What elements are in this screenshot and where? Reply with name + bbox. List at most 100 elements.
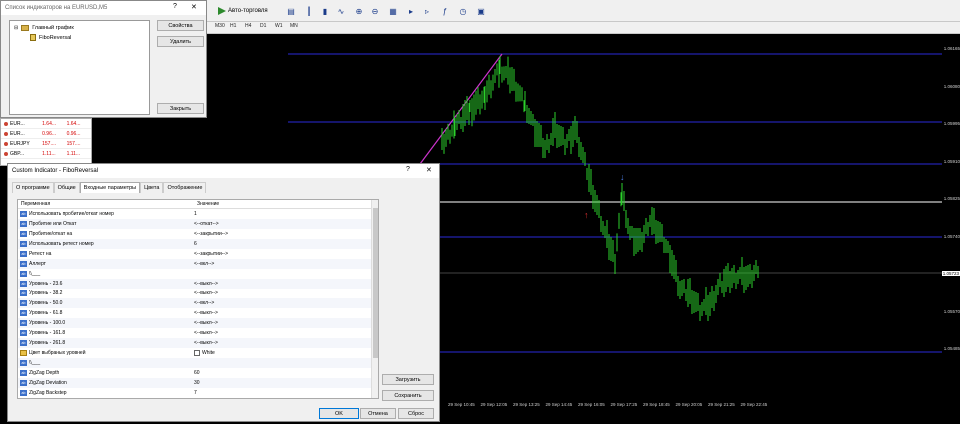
autotrade-button[interactable]: Авто-торговля — [218, 4, 276, 18]
param-value-cell[interactable]: <--откат--> — [194, 221, 378, 227]
tab-4[interactable]: Отображение — [163, 182, 207, 193]
line-chart-icon[interactable]: ∿ — [334, 4, 348, 18]
market-watch-row[interactable]: EUR... 0.96... 0.96... — [1, 129, 91, 139]
param-value: <--откат--> — [194, 220, 219, 227]
param-row[interactable]: ab Уровень - 100.0 <--выкл--> — [18, 318, 378, 329]
symbol-cell: EURJPY — [1, 141, 42, 147]
param-value-cell[interactable]: <--выкл--> — [194, 281, 378, 287]
param-value-cell[interactable]: 1 — [194, 211, 378, 217]
param-value-cell[interactable]: 7 — [194, 390, 378, 396]
param-type-icon: ab — [20, 210, 27, 217]
tab-3[interactable]: Цвета — [140, 182, 164, 193]
param-value-cell[interactable]: <--закрытии--> — [194, 231, 378, 237]
param-row[interactable]: ab \\___ — [18, 269, 378, 279]
param-row[interactable]: ab Уровень - 61.8 <--выкл--> — [18, 308, 378, 318]
param-value: <--вкл--> — [194, 260, 215, 267]
param-row[interactable]: ab Пробитие/откат на <--закрытии--> — [18, 229, 378, 239]
param-row[interactable]: ab Уровень - 161.8 <--выкл--> — [18, 328, 378, 338]
close-dialog-button[interactable]: Закрыть — [157, 103, 204, 114]
load-button[interactable]: Загрузить — [382, 374, 434, 385]
param-row[interactable]: ab Использовать ретест номер 6 — [18, 238, 378, 249]
param-row[interactable]: ab Уровень - 23.6 <--выкл--> — [18, 278, 378, 289]
market-watch-row[interactable]: EURJPY 157.... 157.... — [1, 139, 91, 149]
param-type-icon: ab — [20, 389, 27, 396]
param-value-cell[interactable]: <--вкл--> — [194, 261, 378, 267]
time-tick: 29 Sep 20:05 — [675, 402, 703, 407]
param-row[interactable]: ab Использовать пробитие/откат номер 1 — [18, 209, 378, 219]
candles-icon[interactable]: ▮ — [318, 4, 332, 18]
param-type-icon: ab — [20, 230, 27, 237]
period-w1[interactable]: W1 — [275, 23, 283, 29]
param-value-cell[interactable]: 30 — [194, 380, 378, 386]
properties-button[interactable]: Свойства — [157, 20, 204, 31]
period-h1[interactable]: H1 — [230, 23, 236, 29]
param-value-cell[interactable]: White — [194, 350, 378, 357]
chart-shift-icon[interactable]: ▹ — [420, 4, 434, 18]
period-mn[interactable]: MN — [290, 23, 298, 29]
param-value-cell[interactable]: 6 — [194, 241, 378, 247]
indicators-icon[interactable]: ƒ — [438, 4, 452, 18]
bid-cell: 0.96... — [42, 130, 57, 137]
templates-icon[interactable]: ▣ — [474, 4, 488, 18]
param-name-cell: ab Уровень - 100.0 — [18, 320, 194, 327]
period-h4[interactable]: H4 — [245, 23, 251, 29]
param-name-cell: ab ZigZag Backstep — [18, 389, 194, 396]
bar-chart-icon[interactable]: ┃ — [302, 4, 316, 18]
period-m30[interactable]: M30 — [215, 23, 225, 29]
delete-button[interactable]: Удалить — [157, 36, 204, 47]
param-row[interactable]: Цвет выбраных уровней White — [18, 348, 378, 358]
column-variable: Переменная — [21, 201, 51, 207]
param-row[interactable]: ab Уровень - 50.0 <--вкл--> — [18, 298, 378, 309]
price-axis: 1.06165 1.06080 1.05995 1.05910 1.05825 1.057… — [941, 34, 960, 412]
reset-button[interactable]: Сброс — [398, 408, 434, 419]
market-watch-row[interactable]: GBP... 1.11... 1.11... — [1, 149, 91, 159]
param-value-cell[interactable]: <--выкл--> — [194, 310, 378, 316]
ok-button[interactable]: OK — [319, 408, 359, 419]
periods-icon[interactable]: ◷ — [456, 4, 470, 18]
param-value-cell[interactable]: <--закрытии--> — [194, 251, 378, 257]
param-name: Аллерт — [29, 260, 46, 267]
param-row[interactable]: ab Пробитие или Откат <--откат--> — [18, 218, 378, 229]
param-row[interactable]: ab ZigZag Deviation 30 — [18, 377, 378, 388]
param-value-cell[interactable]: <--вкл--> — [194, 300, 378, 306]
autoscroll-icon[interactable]: ▸ — [404, 4, 418, 18]
period-d1[interactable]: D1 — [260, 23, 266, 29]
param-value: <--выкл--> — [194, 290, 218, 297]
zoom-in-icon[interactable]: ⊕ — [352, 4, 366, 18]
tab-1[interactable]: Общие — [53, 182, 80, 193]
market-watch-row[interactable]: EUR... 1.64... 1.64... — [1, 119, 91, 129]
help-button[interactable]: ? — [173, 3, 177, 10]
param-row[interactable]: ab Ретест на <--закрытии--> — [18, 249, 378, 259]
zoom-out-icon[interactable]: ⊖ — [368, 4, 382, 18]
tab-2[interactable]: Входные параметры — [79, 182, 141, 193]
direction-icon — [4, 141, 8, 146]
param-value-cell[interactable]: <--выкл--> — [194, 290, 378, 296]
close-button[interactable]: ✕ — [191, 3, 197, 11]
save-button[interactable]: Сохранить — [382, 390, 434, 401]
param-value-cell[interactable]: <--выкл--> — [194, 330, 378, 336]
tab-0[interactable]: О программе — [12, 182, 54, 193]
param-name-cell: ab Использовать ретест номер — [18, 240, 194, 247]
param-name: Уровень - 100.0 — [29, 320, 66, 327]
param-row[interactable]: ab \\___ — [18, 358, 378, 368]
tree-item-fiboreversal[interactable]: FiboReversal — [30, 34, 71, 41]
zigzag-line — [419, 53, 503, 165]
param-value-cell[interactable]: <--выкл--> — [194, 340, 378, 346]
close-button[interactable]: ✕ — [426, 166, 432, 174]
new-order-icon[interactable]: ▤ — [284, 4, 298, 18]
vertical-scrollbar[interactable] — [371, 200, 378, 398]
tree-root[interactable]: ⊟ Главный график — [14, 25, 74, 31]
param-row[interactable]: ab Уровень - 38.2 <--выкл--> — [18, 289, 378, 299]
help-button[interactable]: ? — [406, 166, 410, 173]
param-row[interactable]: ab Аллерт <--вкл--> — [18, 258, 378, 269]
param-value-cell[interactable]: <--выкл--> — [194, 320, 378, 326]
param-row[interactable]: ab ZigZag Depth 60 — [18, 368, 378, 378]
param-row[interactable]: ab ZigZag Backstep 7 — [18, 388, 378, 398]
tile-icon[interactable]: ▦ — [386, 4, 400, 18]
param-name: Уровень - 61.8 — [29, 310, 63, 317]
scroll-thumb[interactable] — [373, 208, 378, 358]
param-value: <--выкл--> — [194, 280, 218, 287]
param-value-cell[interactable]: 60 — [194, 370, 378, 376]
cancel-button[interactable]: Отмена — [360, 408, 396, 419]
param-row[interactable]: ab Уровень - 261.8 <--выкл--> — [18, 338, 378, 349]
